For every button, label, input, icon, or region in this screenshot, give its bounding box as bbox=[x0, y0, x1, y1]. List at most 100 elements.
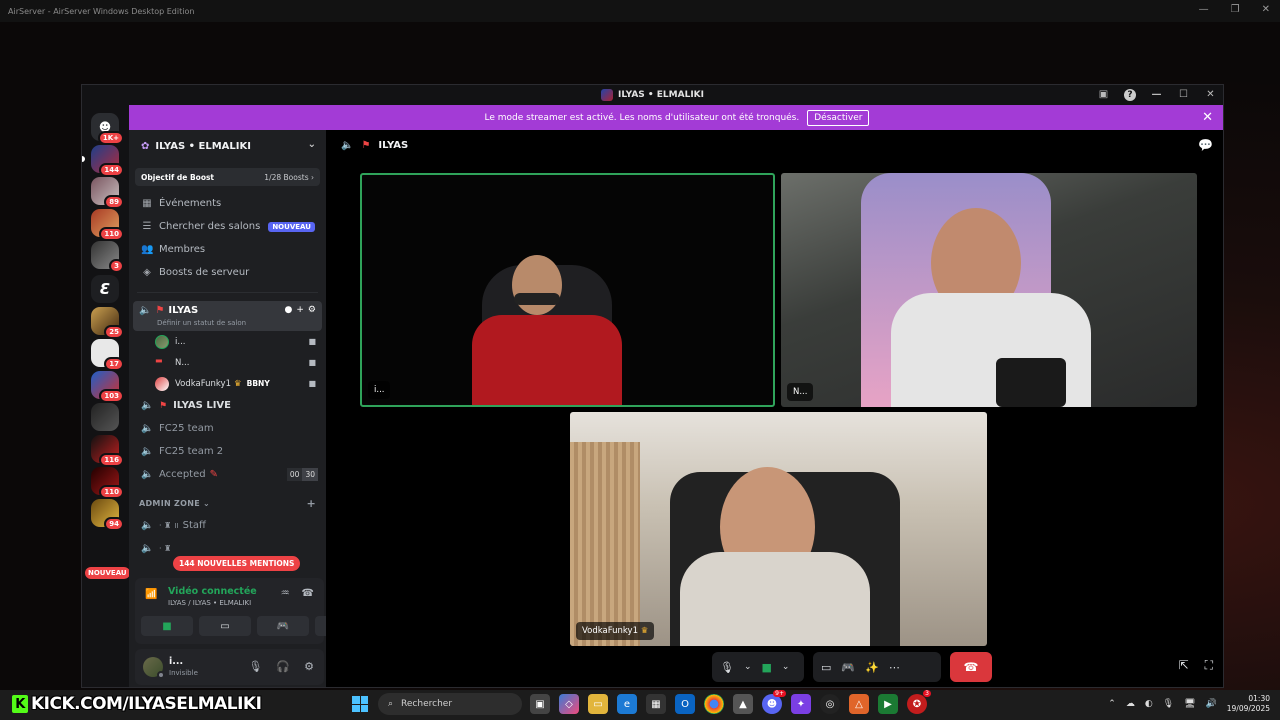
disable-streamer-button[interactable]: Désactiver bbox=[807, 109, 870, 126]
new-mentions-pill[interactable]: 144 NOUVELLES MENTIONS bbox=[173, 556, 301, 571]
gear-icon[interactable]: ⚙ bbox=[304, 660, 314, 673]
nav-server-boosts[interactable]: ◈ Boosts de serveur bbox=[129, 261, 326, 284]
voice-member[interactable]: VodkaFunky1 ♛ BBNY ■ bbox=[129, 373, 326, 394]
voice-channel[interactable]: 🔈 · ♜ ॥ Staff bbox=[129, 514, 326, 537]
voice-channel-active[interactable]: 🔈 ⚑ ILYAS Définir un statut de salon ● +… bbox=[133, 301, 322, 331]
copilot-icon[interactable]: ◇ bbox=[559, 694, 579, 714]
chat-icon[interactable]: ● bbox=[285, 305, 293, 315]
camera-icon: ■ bbox=[308, 337, 316, 346]
media-icon[interactable]: ▲ bbox=[733, 694, 753, 714]
outlook-icon[interactable]: O bbox=[675, 694, 695, 714]
server-button[interactable]: 25 bbox=[91, 307, 124, 339]
start-button[interactable] bbox=[352, 696, 368, 712]
chevron-down-icon[interactable]: ⌄ bbox=[744, 662, 752, 672]
gamepad-icon[interactable]: 🎮 bbox=[841, 661, 855, 674]
app-icon[interactable]: △ bbox=[849, 694, 869, 714]
server-button[interactable]: Ɛ bbox=[91, 275, 119, 303]
channel-name: FC25 team bbox=[159, 423, 214, 434]
volume-icon[interactable]: 🔊 bbox=[1206, 699, 1217, 709]
maximize-icon[interactable]: ❐ bbox=[1231, 4, 1240, 15]
headphones-icon[interactable]: 🎧 bbox=[276, 660, 290, 673]
microphone-icon[interactable]: 🎙 bbox=[1163, 699, 1174, 709]
app-icon[interactable]: ◎ bbox=[820, 694, 840, 714]
voice-channel[interactable]: 🔈 FC25 team bbox=[129, 417, 326, 440]
home-button[interactable]: ☻ 1K+ bbox=[91, 113, 124, 145]
clock[interactable]: 01:30 19/09/2025 bbox=[1227, 694, 1270, 714]
camera-button[interactable]: ■ bbox=[141, 616, 193, 636]
video-tile[interactable]: i... bbox=[360, 173, 775, 407]
minimize-icon[interactable]: — bbox=[1199, 4, 1209, 15]
close-icon[interactable]: ✕ bbox=[1204, 88, 1217, 101]
voice-channel[interactable]: 🔈 Accepted ✎ 00 30 bbox=[129, 463, 326, 486]
chevron-down-icon[interactable]: ⌄ bbox=[782, 662, 790, 672]
maximize-icon[interactable]: ☐ bbox=[1177, 88, 1190, 101]
video-tile[interactable]: N... bbox=[781, 173, 1197, 407]
chat-bubble-icon[interactable]: 💬 bbox=[1198, 138, 1213, 152]
microphone-icon[interactable]: 🎙 bbox=[248, 660, 262, 673]
inbox-icon[interactable]: ▣ bbox=[1097, 88, 1110, 101]
server-button[interactable] bbox=[91, 403, 119, 431]
nav-browse-channels[interactable]: ☰ Chercher des salons NOUVEAU bbox=[129, 215, 326, 238]
minimize-icon[interactable]: — bbox=[1150, 88, 1163, 101]
server-button[interactable]: 116 bbox=[91, 435, 124, 467]
disconnect-icon[interactable]: ☎ bbox=[302, 588, 314, 599]
video-tile[interactable]: VodkaFunky1 ♛ bbox=[570, 412, 987, 646]
screen-share-button[interactable]: ▭ bbox=[199, 616, 251, 636]
soundboard-icon[interactable]: ✨ bbox=[865, 661, 879, 674]
discord-icon[interactable]: ☻ 9+ bbox=[762, 690, 786, 714]
chrome-icon[interactable] bbox=[704, 694, 724, 714]
chevron-up-icon[interactable]: ⌃ bbox=[1108, 699, 1116, 709]
voice-location[interactable]: ILYAS / ILYAS • ELMALIKI bbox=[168, 599, 251, 607]
more-icon[interactable]: ⋯ bbox=[889, 661, 900, 674]
close-icon[interactable]: ✕ bbox=[1262, 4, 1270, 15]
task-view-icon[interactable]: ▣ bbox=[530, 694, 550, 714]
voice-channel[interactable]: 🔈 FC25 team 2 bbox=[129, 440, 326, 463]
taskbar-search[interactable]: ⌕ Rechercher bbox=[378, 693, 522, 715]
help-icon[interactable]: ? bbox=[1124, 88, 1136, 101]
soundwave-icon[interactable]: ♒ bbox=[281, 588, 290, 599]
server-button[interactable]: 110 bbox=[91, 467, 124, 499]
fullscreen-icon[interactable]: ⛶ bbox=[1205, 658, 1213, 673]
camera-icon[interactable]: ■ bbox=[762, 661, 772, 674]
voice-member[interactable]: i... ■ bbox=[129, 331, 326, 352]
server-button[interactable]: 89 bbox=[91, 177, 124, 209]
add-channel-icon[interactable]: + bbox=[306, 497, 316, 510]
edge-icon[interactable]: e bbox=[617, 694, 637, 714]
voice-member[interactable]: ▬ N... ■ bbox=[129, 352, 326, 373]
file-explorer-icon[interactable]: ▭ bbox=[588, 694, 608, 714]
app-icon[interactable]: ✪ 3 bbox=[907, 690, 931, 714]
gear-icon[interactable]: ⚙ bbox=[308, 305, 316, 315]
invite-icon[interactable]: + bbox=[296, 305, 304, 315]
app-icon[interactable]: ▶ bbox=[878, 694, 898, 714]
game-icon[interactable]: ✦ bbox=[791, 694, 811, 714]
count-current: 00 bbox=[286, 468, 303, 481]
server-button[interactable]: 103 bbox=[91, 371, 124, 403]
network-icon[interactable]: 🖥 bbox=[1184, 699, 1195, 709]
server-button[interactable]: 3 bbox=[91, 241, 124, 273]
nav-events[interactable]: ▦ Événements bbox=[129, 192, 326, 215]
cloud-icon[interactable]: ☁ bbox=[1126, 699, 1135, 709]
category-admin-zone[interactable]: ADMIN ZONE ⌄ + bbox=[129, 492, 326, 514]
boost-goal-bar[interactable]: Objectif de Boost 1/28 Boosts › bbox=[135, 168, 320, 186]
activity-button[interactable]: 🎮 bbox=[257, 616, 309, 636]
sunglasses-shape bbox=[514, 293, 560, 305]
server-button[interactable]: 144 bbox=[82, 145, 124, 177]
new-servers-tag[interactable]: NOUVEAU bbox=[85, 567, 130, 579]
app-tray-icon[interactable]: ◐ bbox=[1145, 699, 1153, 709]
store-icon[interactable]: ▦ bbox=[646, 694, 666, 714]
server-button[interactable]: 94 bbox=[91, 499, 124, 531]
server-header[interactable]: ✿ ILYAS • ELMALIKI ⌄ bbox=[129, 130, 326, 162]
voice-channel[interactable]: 🔈 ⚑ ILYAS LIVE bbox=[129, 394, 326, 417]
signal-icon[interactable]: 📶 bbox=[145, 589, 157, 600]
server-button[interactable]: 17 bbox=[91, 339, 124, 371]
screen-share-icon[interactable]: ▭ bbox=[821, 661, 831, 674]
nav-label: Événements bbox=[159, 198, 222, 209]
close-icon[interactable]: ✕ bbox=[1202, 110, 1213, 125]
server-button[interactable]: 110 bbox=[91, 209, 124, 241]
status-hint[interactable]: Définir un statut de salon bbox=[157, 319, 246, 327]
microphone-icon[interactable]: 🎙 bbox=[720, 661, 734, 674]
call-controls: 🎙 ⌄ ■ ⌄ ▭ 🎮 ✨ ⋯ ☎ ⇱ ⛶ bbox=[326, 646, 1223, 687]
popout-icon[interactable]: ⇱ bbox=[1179, 658, 1189, 673]
end-call-button[interactable]: ☎ bbox=[950, 652, 992, 682]
nav-members[interactable]: 👥 Membres bbox=[129, 238, 326, 261]
